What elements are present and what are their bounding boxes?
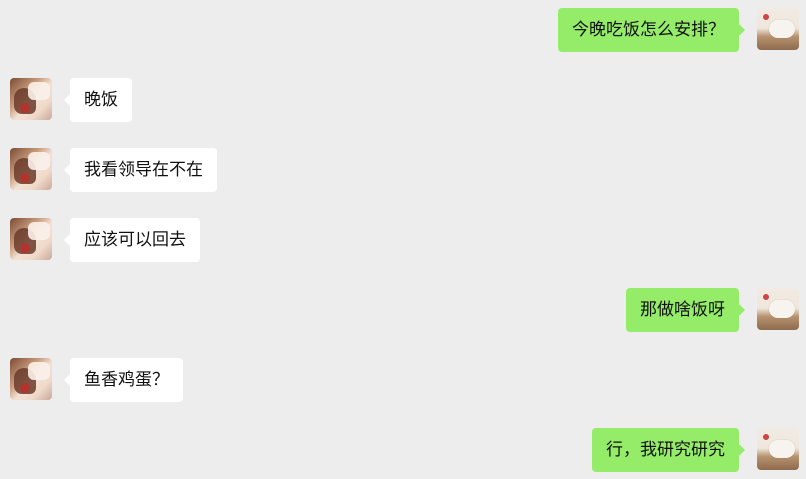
message-text: 应该可以回去 [84, 230, 186, 250]
bubble-tail [64, 94, 70, 106]
bubble-tail [739, 444, 745, 456]
self-avatar[interactable] [757, 428, 799, 470]
message-text: 我看领导在不在 [84, 160, 203, 180]
message-text: 那做啥饭呀 [640, 300, 725, 320]
contact-avatar[interactable] [10, 358, 52, 400]
bubble-tail [739, 24, 745, 36]
message-bubble[interactable]: 晚饭 [64, 78, 132, 122]
message-text: 晚饭 [84, 90, 118, 110]
message-row: 应该可以回去 [0, 218, 806, 262]
message-row: 鱼香鸡蛋？ [0, 358, 806, 402]
self-avatar[interactable] [757, 8, 799, 50]
bubble-tail [64, 374, 70, 386]
bubble-tail [64, 164, 70, 176]
self-avatar[interactable] [757, 288, 799, 330]
message-bubble[interactable]: 今晚吃饭怎么安排？ [558, 8, 745, 52]
contact-avatar[interactable] [10, 148, 52, 190]
bubble-tail [739, 304, 745, 316]
message-row: 我看领导在不在 [0, 148, 806, 192]
chat-message-list[interactable]: 今晚吃饭怎么安排？ 晚饭 我看领导在不在 应该可以回去 那做啥饭呀 鱼香鸡蛋？ … [0, 0, 806, 479]
message-row: 今晚吃饭怎么安排？ [0, 8, 806, 52]
contact-avatar[interactable] [10, 218, 52, 260]
message-row: 行，我研究研究 [0, 428, 806, 472]
message-bubble[interactable]: 行，我研究研究 [592, 428, 745, 472]
message-text: 今晚吃饭怎么安排？ [572, 20, 725, 40]
message-bubble[interactable]: 应该可以回去 [64, 218, 200, 262]
message-row: 晚饭 [0, 78, 806, 122]
message-text: 行，我研究研究 [606, 440, 725, 460]
message-text: 鱼香鸡蛋？ [84, 370, 169, 390]
message-bubble[interactable]: 鱼香鸡蛋？ [64, 358, 183, 402]
message-row: 那做啥饭呀 [0, 288, 806, 332]
bubble-tail [64, 234, 70, 246]
message-bubble[interactable]: 那做啥饭呀 [626, 288, 745, 332]
contact-avatar[interactable] [10, 78, 52, 120]
message-bubble[interactable]: 我看领导在不在 [64, 148, 217, 192]
